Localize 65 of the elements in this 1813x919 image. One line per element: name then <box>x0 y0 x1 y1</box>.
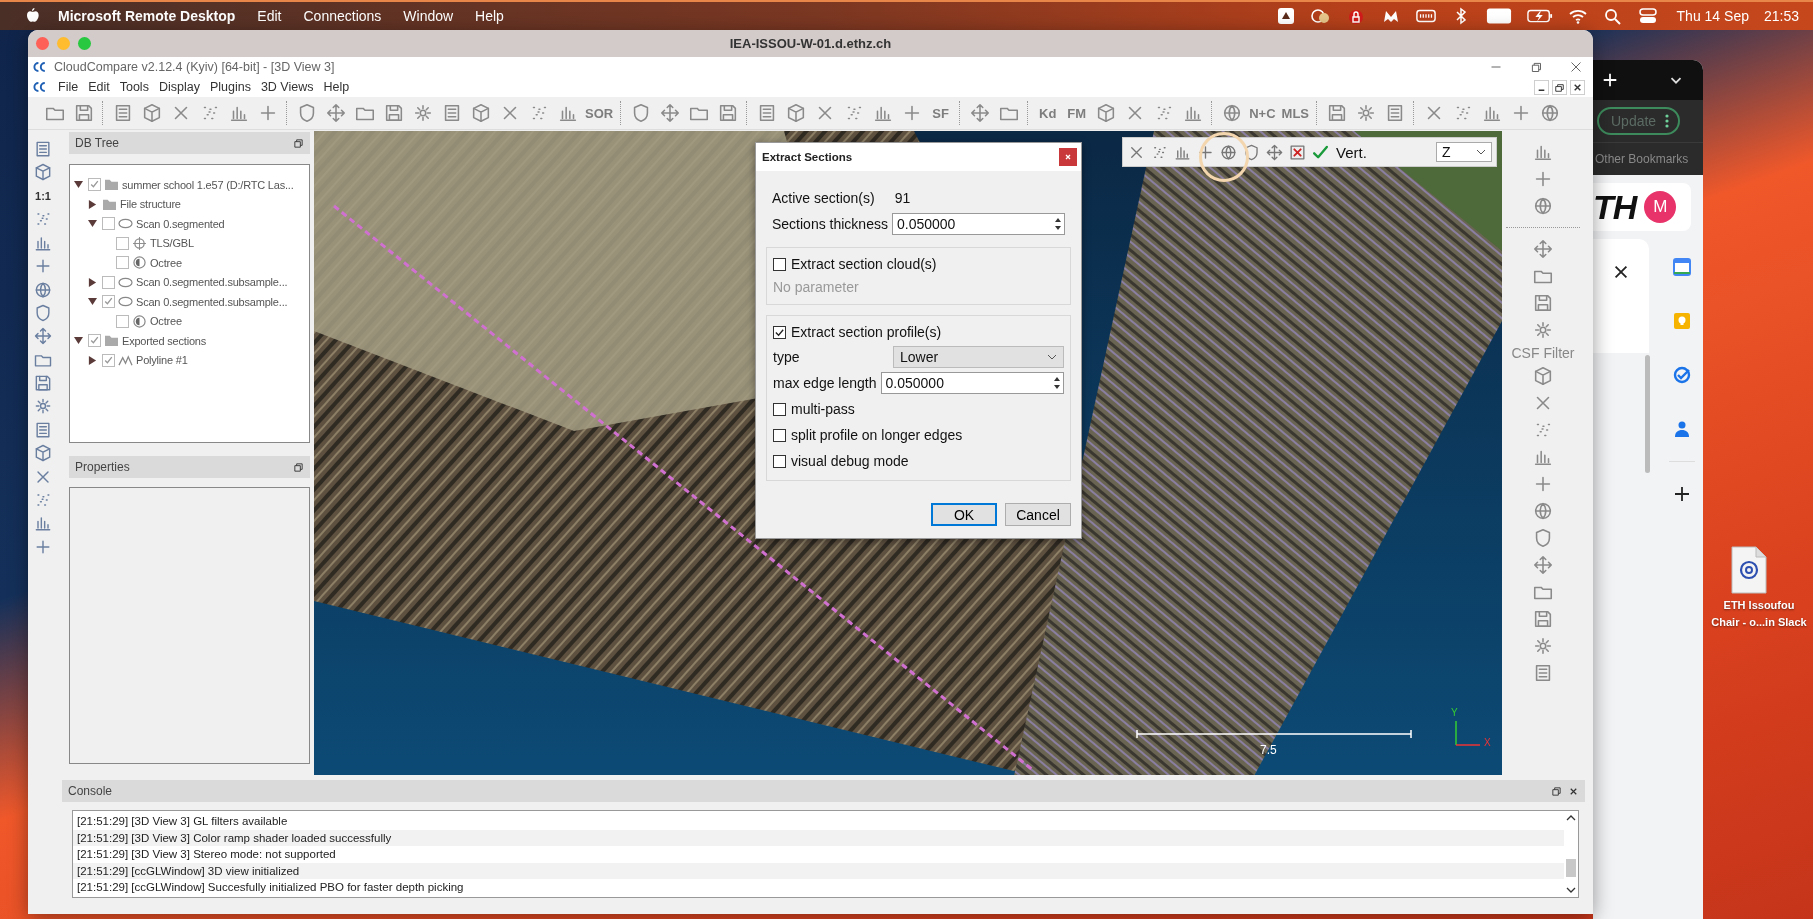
panel-title: Properties <box>75 460 130 474</box>
checkbox-label[interactable]: multi-pass <box>791 401 855 417</box>
menu-item[interactable]: 3D Views <box>260 80 314 94</box>
menu-item[interactable]: Display <box>158 80 200 94</box>
tree-item[interactable]: Octree <box>150 256 182 269</box>
menu-item[interactable]: Plugins <box>209 80 251 94</box>
toolbar-button[interactable]: MLS <box>1281 105 1309 121</box>
dropdown[interactable]: Z <box>1436 142 1492 162</box>
menu-item[interactable]: File <box>58 80 79 94</box>
hint-text: No parameter <box>773 278 860 297</box>
axis-label: X <box>1484 737 1491 748</box>
tree-item[interactable]: TLS/GBL <box>150 237 194 250</box>
window-title: IEA-ISSOU-W-01.d.ethz.ch <box>729 36 892 51</box>
toolbar-button[interactable]: SF <box>929 105 953 121</box>
tree-item[interactable]: Polyline #1 <box>136 354 188 367</box>
tree-item[interactable]: summer school 1.e57 (D:/RTC Las... <box>122 178 294 191</box>
axis-label: Vert. <box>1336 143 1367 161</box>
number-field[interactable]: 0.050000 <box>880 372 1064 394</box>
app-title: CloudCompare v2.12.4 (Kyiv) [64-bit] - [3D View 3] <box>54 60 336 74</box>
menu-item[interactable]: Edit <box>257 8 282 24</box>
toolbar-button[interactable]: Kd <box>1036 105 1060 121</box>
menu-item[interactable]: Tools <box>119 80 149 94</box>
log-line: [21:51:29] [3D View 3] GL filters available <box>76 814 289 829</box>
clock-text[interactable]: 21:53 <box>1763 8 1799 24</box>
tree-item[interactable]: Scan 0.segmented <box>136 217 225 230</box>
dropdown[interactable]: Lower <box>893 346 1064 368</box>
menu-item[interactable]: Window <box>403 8 454 24</box>
toolbar-button[interactable]: FM <box>1065 105 1089 121</box>
checkbox-label[interactable]: split profile on longer edges <box>791 427 963 443</box>
tree-item[interactable]: Scan 0.segmented.subsample... <box>136 276 288 289</box>
dialog-title: Extract Sections <box>762 151 853 163</box>
axis-label: Y <box>1451 707 1458 718</box>
log-line: [21:51:29] [3D View 3] Stereo mode: not supported <box>76 847 337 862</box>
checkbox-label[interactable]: Extract section cloud(s) <box>791 256 937 272</box>
toolbar-button[interactable]: N+C <box>1249 105 1276 121</box>
field-label: Active section(s) <box>772 190 875 206</box>
menu-item[interactable]: Connections <box>303 8 382 24</box>
scale-label: 7.5 <box>1260 743 1277 757</box>
checkbox-label[interactable]: Extract section profile(s) <box>791 324 942 340</box>
panel-title: DB Tree <box>75 136 119 150</box>
logo-text[interactable]: TH <box>1593 187 1637 227</box>
tree-item[interactable]: File structure <box>120 198 181 211</box>
file-name[interactable]: ETH Issoufou Chair - o...in Slack <box>1705 597 1813 631</box>
dialog-button[interactable]: Cancel <box>1005 503 1071 526</box>
menu-item[interactable]: Help <box>323 80 350 94</box>
log-line: [21:51:29] [ccGLWindow] Succesfully initialized PBO for faster depth picking <box>76 880 465 895</box>
toolbar-button[interactable]: 1:1 <box>35 184 51 207</box>
checkbox-label[interactable]: visual debug mode <box>791 453 909 469</box>
panel-title: Console <box>68 784 113 798</box>
field-label: type <box>773 349 801 365</box>
app-menu[interactable]: Microsoft Remote Desktop <box>58 8 236 24</box>
field-label: Sections thickness <box>772 216 888 232</box>
field-label: max edge length <box>773 375 877 391</box>
toolbar-button[interactable]: SOR <box>585 105 614 121</box>
field-value: 91 <box>894 190 911 206</box>
menu-item[interactable]: Help <box>475 8 504 24</box>
menu-item[interactable]: Edit <box>88 80 110 94</box>
dialog-button[interactable]: OK <box>931 503 997 526</box>
number-field[interactable]: 0.050000 <box>891 213 1065 235</box>
tree-item[interactable]: Exported sections <box>122 334 207 347</box>
date-text[interactable]: Thu 14 Sep <box>1676 8 1749 24</box>
avatar[interactable]: M <box>1644 191 1677 223</box>
bookmark-link[interactable]: Other Bookmarks <box>1595 152 1689 166</box>
tree-item[interactable]: Octree <box>150 315 182 328</box>
tree-item[interactable]: Scan 0.segmented.subsample... <box>136 295 288 308</box>
